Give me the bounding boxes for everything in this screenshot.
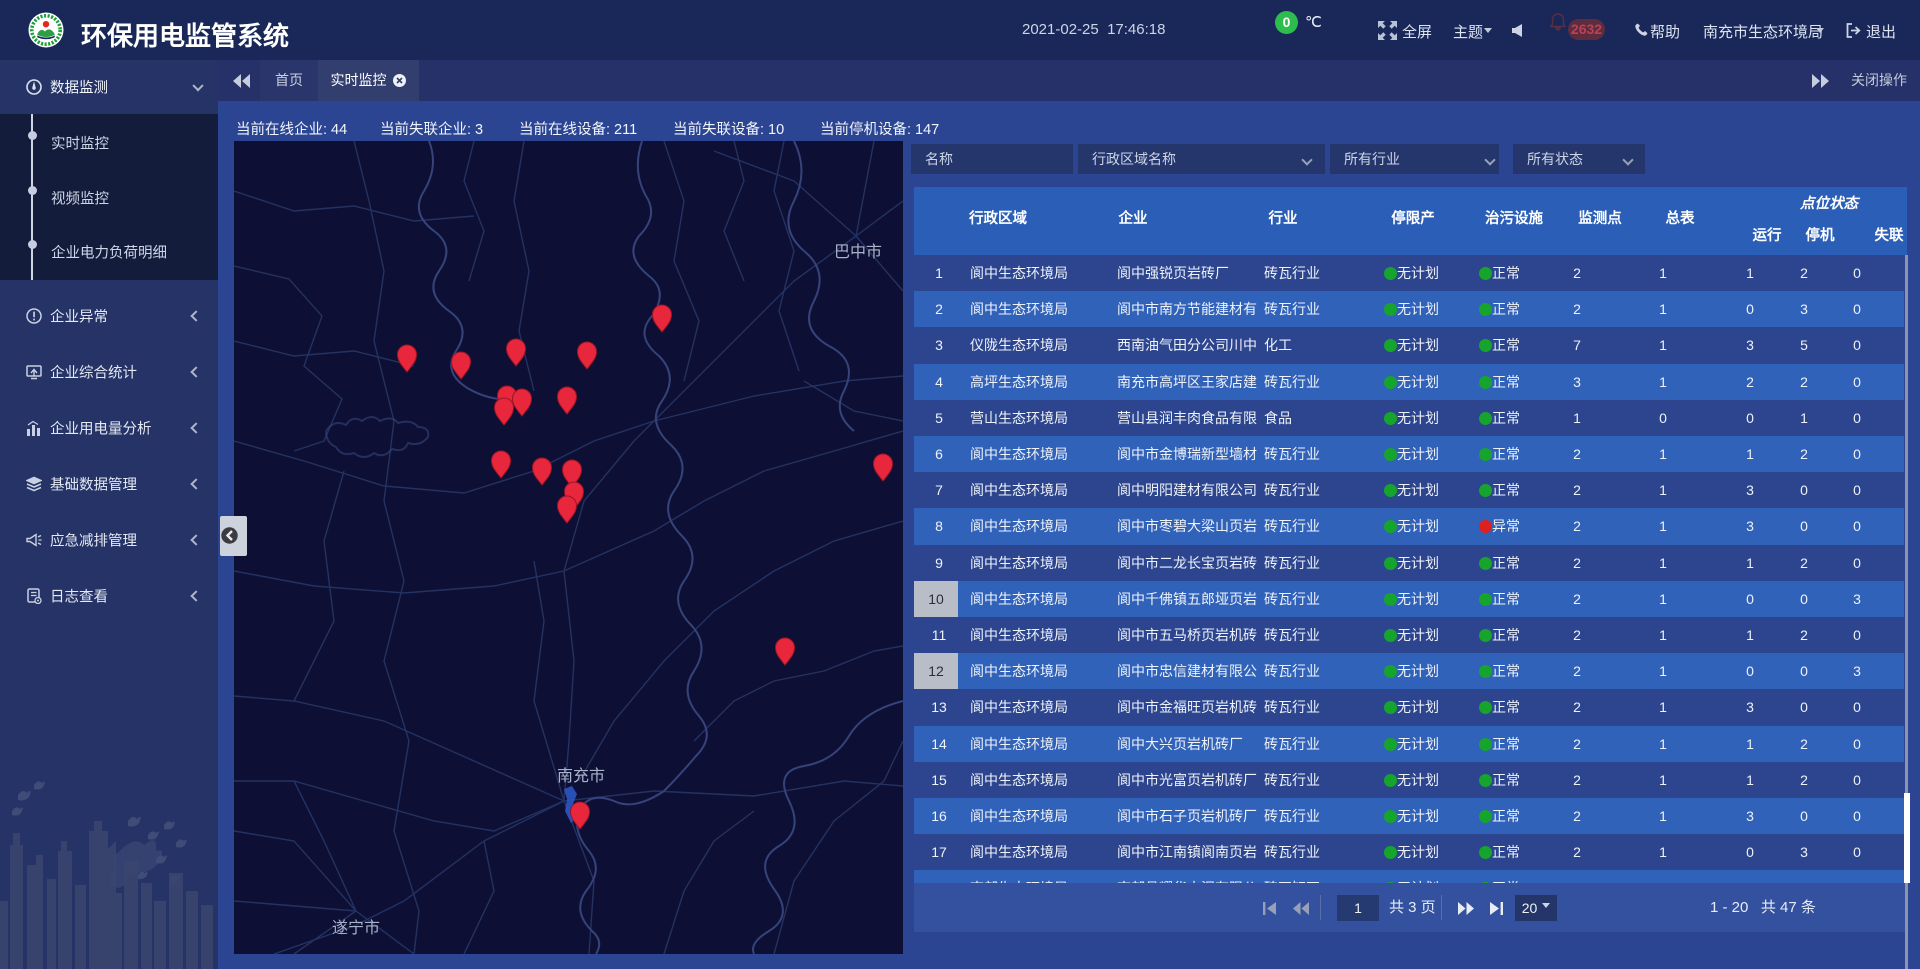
svg-text:巴中市: 巴中市 <box>834 243 882 261</box>
svg-text:南充市: 南充市 <box>557 767 605 785</box>
svg-text:遂宁市: 遂宁市 <box>332 919 380 937</box>
